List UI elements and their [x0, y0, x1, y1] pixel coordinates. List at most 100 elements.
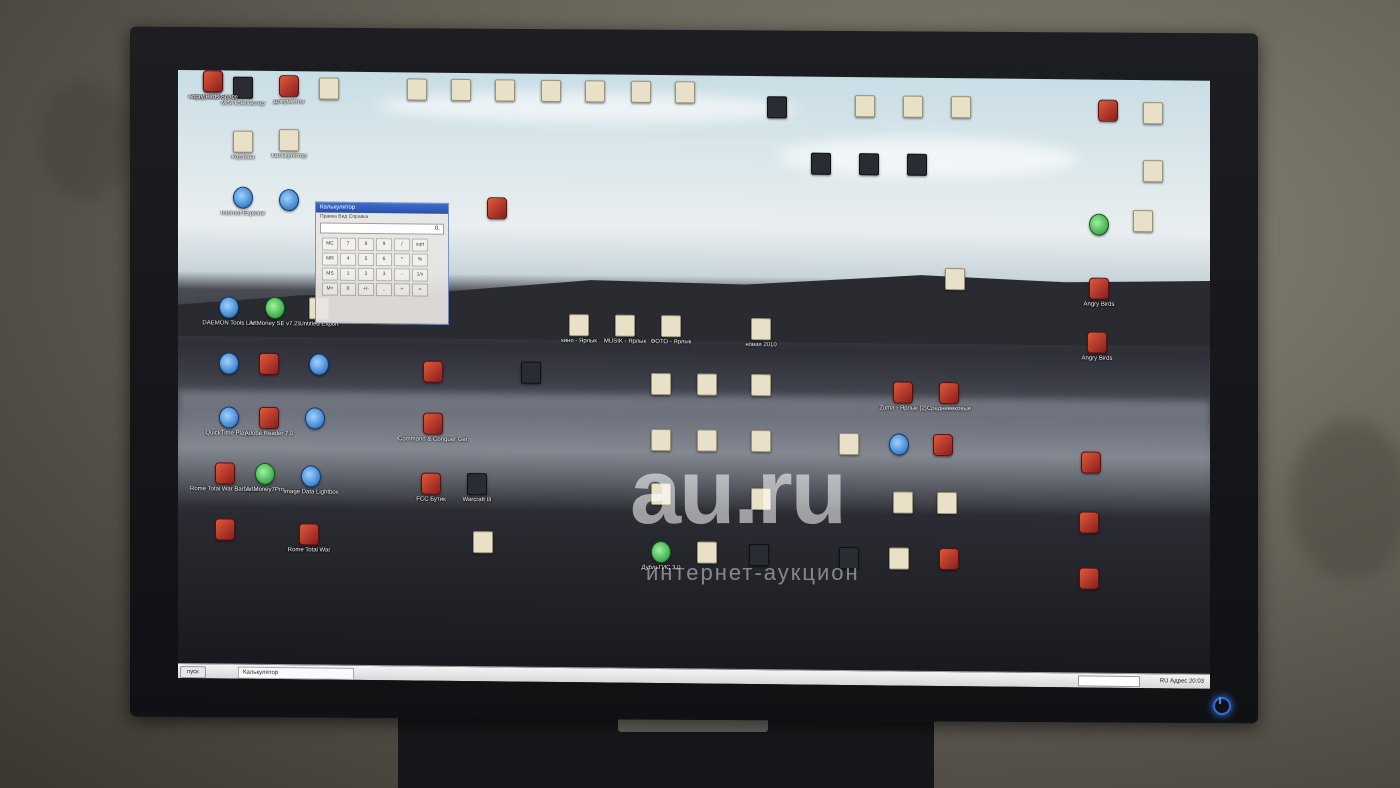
calculator-key[interactable]: %: [412, 253, 428, 267]
desktop-icon[interactable]: Command & Conquer Generals: [398, 412, 468, 444]
watermark-logo: au.ru: [630, 441, 847, 543]
desktop-icon-label: [1054, 591, 1124, 592]
desktop-icon[interactable]: [912, 491, 982, 517]
desktop-icon[interactable]: [1118, 102, 1188, 127]
calculator-display: 0.: [320, 222, 444, 235]
calculator-key[interactable]: MC: [322, 237, 338, 251]
folder-icon: [697, 373, 717, 396]
desktop-icon-label: [1054, 535, 1124, 536]
calculator-key[interactable]: 7: [340, 237, 356, 251]
desktop-icon[interactable]: Angry Birds Space: [178, 70, 248, 102]
folder-icon: [473, 531, 493, 554]
desktop-icon[interactable]: Angry Birds: [1062, 331, 1132, 363]
desktop-icon[interactable]: ФОТО - Ярлык: [636, 315, 706, 347]
app-icon: [215, 518, 235, 541]
desktop-icon-label: [398, 384, 468, 385]
folder-icon: [889, 547, 909, 570]
app-icon: [265, 296, 285, 320]
desktop-icon-label: [912, 516, 982, 517]
desktop-icon[interactable]: [1118, 160, 1188, 185]
folder-icon: [1143, 160, 1163, 183]
desktop-icon[interactable]: [280, 407, 350, 432]
desktop-icon[interactable]: Rome Total War: [274, 523, 344, 555]
desktop-icon[interactable]: [1054, 511, 1124, 536]
desktop-icon[interactable]: [908, 433, 978, 459]
desktop-icon[interactable]: новая 2010: [726, 318, 796, 350]
desktop-icon[interactable]: [726, 374, 796, 399]
calculator-key[interactable]: 4: [340, 252, 356, 266]
start-button[interactable]: пуск: [180, 666, 206, 679]
calculator-key[interactable]: +: [394, 283, 410, 297]
power-icon[interactable]: [1213, 697, 1231, 715]
desktop-icon-label: Warcraft III: [462, 496, 492, 504]
desktop-icon-label: Angry Birds: [1083, 301, 1115, 308]
calculator-key[interactable]: 6: [376, 253, 392, 267]
desktop-icon[interactable]: [914, 547, 984, 573]
desktop-icon[interactable]: Средневековые: [914, 381, 984, 414]
app-icon: [811, 152, 831, 175]
calculator-title[interactable]: Калькулятор: [316, 202, 448, 214]
app-icon: [767, 96, 787, 119]
desktop-icon-label: Калькулятор: [271, 152, 307, 160]
desktop-icon[interactable]: [1056, 451, 1126, 476]
watermark-subtitle: интернет-аукцион: [646, 560, 860, 585]
app-icon: [421, 472, 441, 495]
folder-icon: [855, 95, 875, 118]
desktop-icon[interactable]: [1054, 567, 1124, 592]
calculator-key[interactable]: M+: [322, 282, 338, 296]
calculator-key[interactable]: MR: [322, 252, 338, 266]
address-input[interactable]: [1078, 675, 1140, 688]
calculator-key[interactable]: *: [394, 253, 410, 267]
desktop-icon[interactable]: [254, 189, 324, 214]
calculator-window[interactable]: Калькулятор Правка Вид Справка 0. MC 7 8 9/…: [315, 201, 449, 325]
calculator-key[interactable]: 2: [358, 267, 374, 282]
folder-icon: [541, 79, 561, 103]
calculator-key[interactable]: MS: [322, 267, 338, 281]
desktop-icon[interactable]: [650, 81, 720, 106]
taskbar-item-calculator[interactable]: Калькулятор: [238, 666, 354, 680]
folder-icon: [893, 491, 913, 514]
desktop-icon[interactable]: [284, 353, 354, 378]
calculator-key[interactable]: 1: [340, 267, 356, 281]
desktop-icon[interactable]: [926, 96, 996, 121]
calculator-key[interactable]: 0: [340, 282, 356, 296]
app-icon: [1087, 331, 1107, 354]
desktop-icon[interactable]: Калькулятор: [254, 129, 324, 161]
folder-icon: [407, 78, 427, 101]
desktop-icon-label: ФОТО - Ярлык: [650, 338, 692, 346]
desktop-icon[interactable]: Warcraft III: [442, 473, 512, 505]
app-icon: [203, 70, 223, 93]
calculator-key[interactable]: =: [412, 283, 428, 297]
calculator-key[interactable]: sqrt: [412, 238, 428, 252]
desktop-icon[interactable]: [882, 153, 952, 178]
calculator-key[interactable]: /: [394, 238, 410, 252]
folder-icon: [631, 80, 651, 103]
desktop-icon[interactable]: Image Data Lightbox: [276, 465, 346, 497]
calculator-key[interactable]: 9: [376, 238, 392, 252]
desktop-icon[interactable]: [190, 518, 260, 543]
desktop-icon[interactable]: [496, 361, 566, 386]
app-icon: [255, 462, 275, 486]
desktop-icon-label: [496, 385, 566, 386]
calculator-key[interactable]: +/-: [358, 282, 374, 297]
calculator-key[interactable]: 5: [358, 252, 374, 267]
desktop-icon[interactable]: [448, 531, 518, 556]
app-icon: [423, 412, 443, 435]
desktop-icon[interactable]: [920, 268, 990, 293]
calculator-menu[interactable]: Правка Вид Справка: [316, 212, 448, 221]
desktop-icon-label: [882, 177, 952, 178]
folder-icon: [651, 372, 671, 396]
app-icon: [1079, 511, 1099, 534]
calculator-key[interactable]: 8: [358, 237, 374, 252]
desktop-icon[interactable]: [294, 77, 364, 102]
calculator-key[interactable]: 3: [376, 268, 392, 282]
desktop-icon[interactable]: [462, 197, 532, 222]
desktop-icon[interactable]: [398, 360, 468, 385]
desktop-icon[interactable]: [1064, 213, 1134, 238]
calculator-key[interactable]: ,: [376, 283, 392, 297]
calculator-key[interactable]: -: [394, 268, 410, 282]
desktop-icon[interactable]: Angry Birds: [1064, 277, 1134, 309]
app-icon: [939, 547, 959, 571]
calculator-key[interactable]: 1/x: [412, 268, 428, 282]
desktop-icon[interactable]: [742, 96, 812, 121]
